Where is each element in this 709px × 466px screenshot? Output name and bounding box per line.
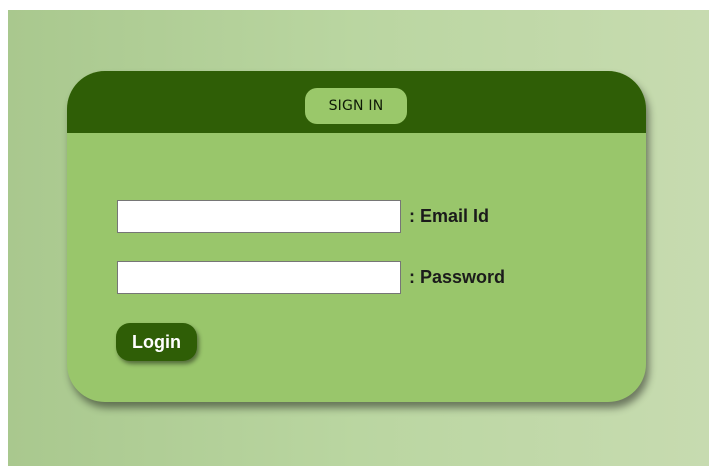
email-label: : Email Id [409,206,490,226]
card-header: SIGN IN [67,71,646,133]
password-input[interactable] [117,261,401,294]
sign-in-card: SIGN IN : Email Id : Password Login [67,71,646,402]
password-label: : Password [409,267,506,287]
login-button[interactable]: Login [116,323,197,361]
email-input[interactable] [117,200,401,233]
page-background: SIGN IN : Email Id : Password Login [8,10,709,466]
password-row: : Password [117,261,505,294]
sign-in-title: SIGN IN [305,88,407,124]
email-row: : Email Id [117,200,489,233]
